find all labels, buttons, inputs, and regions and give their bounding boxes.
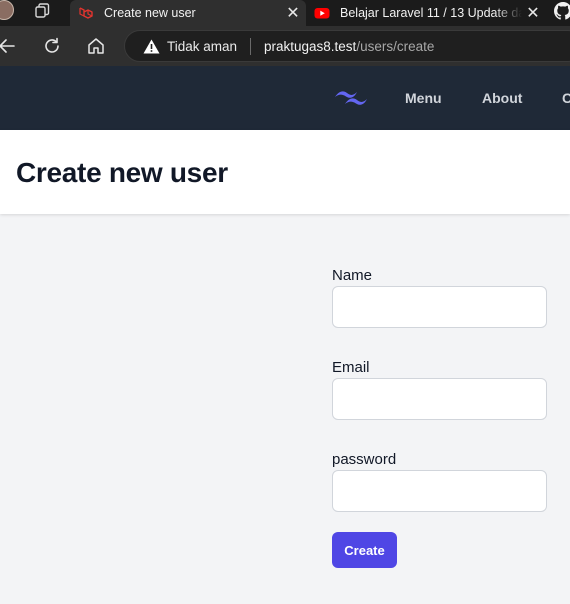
tab-belajar-laravel[interactable]: Belajar Laravel 11 / 13 Update data ✕ — [306, 0, 546, 26]
tab-close-icon[interactable]: ✕ — [522, 3, 544, 23]
browser-toolbar: Tidak aman praktugas8.test/users/create — [0, 26, 570, 66]
email-label: Email — [332, 359, 370, 376]
browser-tab-strip: Create new user ✕ Belajar Laravel 11 / 1… — [0, 0, 570, 26]
password-label: password — [332, 451, 397, 468]
address-bar-divider — [250, 38, 251, 55]
email-field-group: Email — [332, 358, 548, 448]
tab-title: Create new user — [104, 6, 196, 20]
laravel-favicon-icon — [79, 7, 93, 19]
profile-avatar[interactable] — [0, 0, 14, 20]
tailwind-logo-icon[interactable] — [333, 85, 369, 109]
create-user-form: Name Email password Create — [332, 264, 548, 568]
workspaces-icon[interactable] — [33, 2, 51, 20]
email-input[interactable] — [332, 378, 547, 420]
page-title: Create new user — [16, 157, 228, 188]
password-input[interactable] — [332, 470, 547, 512]
tab-close-icon[interactable]: ✕ — [282, 3, 304, 23]
youtube-favicon-icon — [314, 8, 330, 19]
url-host: praktugas8.test — [264, 39, 357, 54]
password-field-group: password — [332, 450, 548, 540]
github-favicon-icon[interactable] — [554, 2, 570, 20]
page-header: Create new user — [0, 130, 570, 214]
tab-create-new-user[interactable]: Create new user ✕ — [70, 0, 306, 26]
address-bar[interactable]: Tidak aman praktugas8.test/users/create — [124, 30, 570, 62]
nav-link-truncated[interactable]: C — [562, 90, 570, 106]
tab-title: Belajar Laravel 11 / 13 Update data — [340, 6, 522, 20]
name-field-group: Name — [332, 266, 548, 356]
nav-link-about[interactable]: About — [482, 90, 522, 106]
warning-icon[interactable] — [143, 39, 160, 54]
security-status-label[interactable]: Tidak aman — [167, 39, 237, 54]
name-input[interactable] — [332, 286, 547, 328]
create-button[interactable]: Create — [332, 532, 397, 568]
refresh-icon[interactable] — [42, 36, 62, 56]
back-arrow-icon[interactable] — [0, 36, 16, 56]
url-text[interactable]: praktugas8.test/users/create — [264, 39, 434, 54]
home-icon[interactable] — [86, 36, 106, 56]
site-navbar: Menu About C — [0, 66, 570, 130]
url-path: /users/create — [356, 39, 435, 54]
name-label: Name — [332, 267, 373, 284]
nav-link-menu[interactable]: Menu — [405, 90, 442, 106]
